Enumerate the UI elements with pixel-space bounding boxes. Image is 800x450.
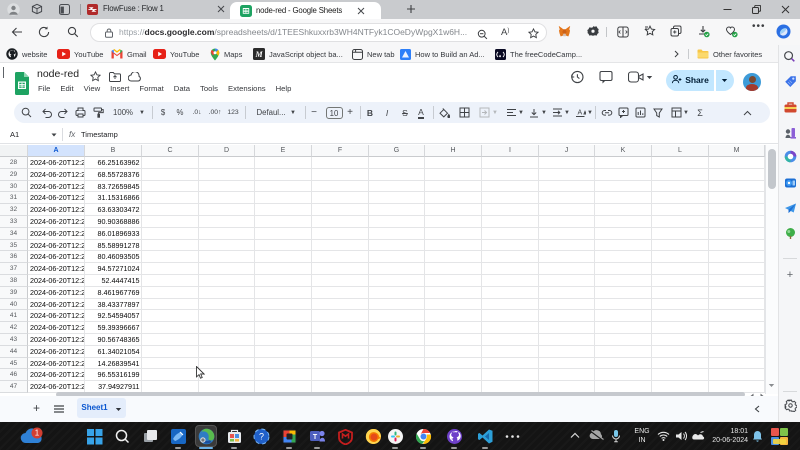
svg-text:M: M bbox=[254, 50, 263, 59]
svg-text:1: 1 bbox=[35, 429, 40, 438]
svg-text:T: T bbox=[312, 433, 317, 440]
svg-text:?: ? bbox=[258, 431, 263, 441]
